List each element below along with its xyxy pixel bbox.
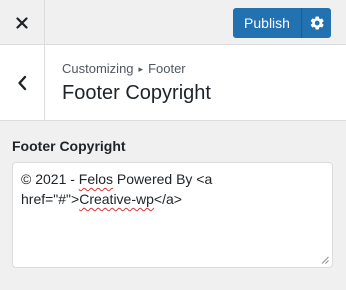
textarea-text-misspelled: Creative-wp: [79, 191, 154, 207]
resize-handle-icon[interactable]: [321, 256, 329, 264]
close-icon: [16, 16, 28, 29]
breadcrumb-separator: ▸: [138, 64, 144, 74]
breadcrumb-current: Footer: [148, 61, 186, 76]
textarea-text-part: </a>: [153, 191, 182, 207]
textarea-text-misspelled: Felos: [78, 171, 114, 187]
control-label: Footer Copyright: [12, 138, 126, 154]
textarea-text-part: © 2021 -: [21, 171, 79, 187]
breadcrumb: Customizing ▸ Footer: [62, 61, 186, 76]
breadcrumb-parent: Customizing: [62, 61, 134, 76]
customizer-top-bar: Publish: [0, 0, 346, 45]
footer-copyright-textarea[interactable]: © 2021 - Felos Powered By <a href="#">Cr…: [12, 162, 333, 268]
section-header: Customizing ▸ Footer Footer Copyright: [0, 45, 346, 121]
chevron-left-icon: [18, 75, 27, 90]
gear-icon: [310, 16, 324, 30]
back-button[interactable]: [0, 45, 45, 120]
publish-settings-button[interactable]: [302, 8, 331, 38]
publish-button[interactable]: Publish: [233, 8, 302, 38]
section-title: Footer Copyright: [62, 82, 211, 104]
close-button[interactable]: [0, 0, 45, 45]
publish-button-group: Publish: [233, 8, 331, 38]
